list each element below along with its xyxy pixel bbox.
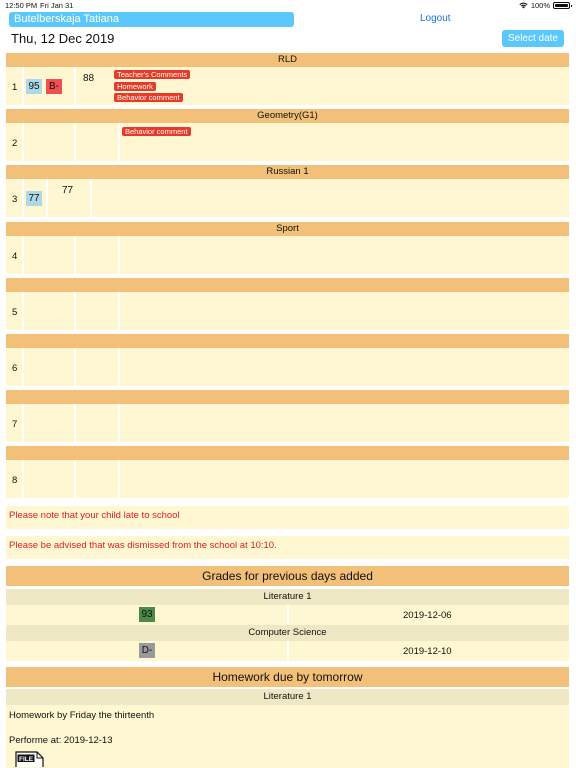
lesson-body: 4 <box>6 236 569 274</box>
late-notice: Please note that your child late to scho… <box>6 506 569 529</box>
lesson-subject <box>6 334 569 348</box>
lesson-2[interactable]: Geometry(G1) 2 Behavior comment <box>6 109 569 161</box>
lesson-body: 5 <box>6 292 569 330</box>
lesson-subject <box>6 390 569 404</box>
lesson-body: 2 Behavior comment <box>6 123 569 161</box>
cell-divider <box>90 179 92 217</box>
lesson-body: 8 <box>6 460 569 498</box>
cell-divider <box>74 404 76 442</box>
homework-perform-at: Performe at: 2019-12-13 <box>9 735 113 746</box>
homework-tag[interactable]: Homework <box>114 82 156 91</box>
lesson-body: 6 <box>6 348 569 386</box>
grade-badge[interactable]: D- <box>139 643 155 658</box>
grade-date: 2019-12-10 <box>403 646 452 657</box>
homework-subject: Literature 1 <box>6 689 569 705</box>
cell-divider <box>22 460 24 498</box>
current-date: Thu, 12 Dec 2019 <box>11 31 115 46</box>
cell-divider <box>22 348 24 386</box>
lesson-number: 6 <box>12 363 18 374</box>
cell-divider <box>74 460 76 498</box>
grade-badge[interactable]: B- <box>46 79 62 94</box>
cell-divider <box>287 605 289 625</box>
lesson-subject: Geometry(G1) <box>6 109 569 123</box>
cell-divider <box>118 460 120 498</box>
logout-button[interactable]: Logout <box>420 13 451 24</box>
user-name-field[interactable]: Butelberskaja Tatiana <box>9 12 294 27</box>
previous-grades-title: Grades for previous days added <box>6 566 569 586</box>
cell-divider <box>287 641 289 661</box>
homework-title: Homework due by tomorrow <box>6 667 569 687</box>
cell-divider <box>22 123 24 161</box>
cell-divider <box>46 179 48 217</box>
lesson-number: 7 <box>12 419 18 430</box>
previous-grade-row[interactable]: 93 2019-12-06 <box>6 605 569 625</box>
behavior-comment-tag[interactable]: Behavior comment <box>114 93 183 102</box>
lesson-number: 4 <box>12 251 18 262</box>
lesson-number: 5 <box>12 307 18 318</box>
lesson-number: 2 <box>12 138 18 149</box>
grade-badge[interactable]: 93 <box>139 607 155 622</box>
cell-divider <box>22 236 24 274</box>
lesson-subject <box>6 446 569 460</box>
lesson-mark: 88 <box>83 73 95 84</box>
lesson-5[interactable]: 5 <box>6 278 569 330</box>
wifi-icon <box>519 2 528 9</box>
cell-divider <box>22 404 24 442</box>
homework-body: Homework by Friday the thirteenth Perfor… <box>6 705 569 768</box>
lesson-3[interactable]: Russian 1 3 77 77 <box>6 165 569 217</box>
cell-divider <box>22 179 24 217</box>
lesson-subject <box>6 278 569 292</box>
grade-badge[interactable]: 77 <box>26 191 42 206</box>
lesson-number: 1 <box>12 82 18 93</box>
cell-divider <box>118 348 120 386</box>
lesson-mark: 77 <box>62 185 74 196</box>
lesson-6[interactable]: 6 <box>6 334 569 386</box>
teachers-comments-tag[interactable]: Teacher's Comments <box>114 70 191 79</box>
lesson-subject: RLD <box>6 53 569 67</box>
status-time: 12:50 PM <box>5 1 38 10</box>
lesson-1[interactable]: RLD 1 95 B- 88 Teacher's Comments Homewo… <box>6 53 569 105</box>
cell-divider <box>22 292 24 330</box>
lesson-7[interactable]: 7 <box>6 390 569 442</box>
cell-divider <box>74 236 76 274</box>
lesson-body: 3 77 77 <box>6 179 569 217</box>
status-right: 100% <box>519 1 572 10</box>
lesson-number: 3 <box>12 194 18 205</box>
cell-divider <box>22 67 24 105</box>
cell-divider <box>74 67 76 105</box>
status-bar: 12:50 PM Fri Jan 31 100% <box>0 0 576 11</box>
cell-divider <box>118 123 120 161</box>
cell-divider <box>74 292 76 330</box>
lesson-subject: Sport <box>6 222 569 236</box>
cell-divider <box>74 348 76 386</box>
battery-percent: 100% <box>530 1 550 10</box>
lesson-4[interactable]: Sport 4 <box>6 222 569 274</box>
lesson-number: 8 <box>12 475 18 486</box>
status-date: Fri Jan 31 <box>40 1 74 10</box>
file-icon-label: FILE <box>19 756 34 763</box>
lesson-subject: Russian 1 <box>6 165 569 179</box>
select-date-button[interactable]: Select date <box>502 30 564 47</box>
file-attachment-icon[interactable]: FILE <box>15 751 44 768</box>
cell-divider <box>118 404 120 442</box>
lesson-body: 7 <box>6 404 569 442</box>
previous-grade-subject: Computer Science <box>6 625 569 641</box>
behavior-comment-tag[interactable]: Behavior comment <box>122 127 191 136</box>
previous-grade-subject: Literature 1 <box>6 589 569 605</box>
lesson-body: 1 95 B- 88 Teacher's Comments Homework B… <box>6 67 569 105</box>
previous-grade-row[interactable]: D- 2019-12-10 <box>6 641 569 661</box>
lesson-8[interactable]: 8 <box>6 446 569 498</box>
dismissed-notice: Please be advised that was dismissed fro… <box>6 536 569 559</box>
grade-date: 2019-12-06 <box>403 610 452 621</box>
homework-text: Homework by Friday the thirteenth <box>9 710 155 721</box>
cell-divider <box>118 236 120 274</box>
cell-divider <box>118 292 120 330</box>
cell-divider <box>74 123 76 161</box>
grade-badge[interactable]: 95 <box>26 79 42 94</box>
battery-icon <box>553 2 572 9</box>
